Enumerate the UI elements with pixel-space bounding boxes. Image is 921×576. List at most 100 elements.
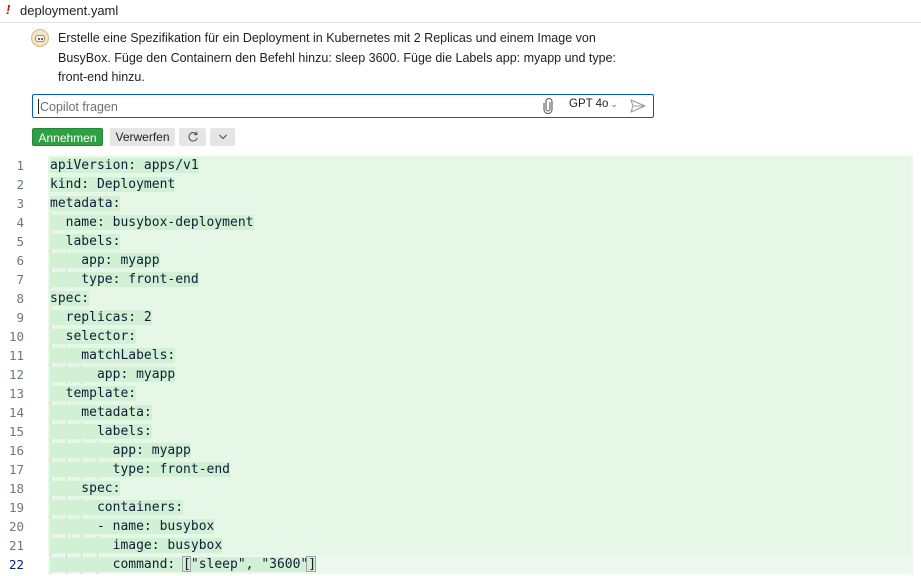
code-text-content: apiVersion: apps/v1	[50, 158, 199, 173]
code-text-content: kind: Deployment	[50, 177, 176, 192]
prompt-line: front-end hinzu.	[58, 70, 145, 84]
added-line-highlight	[48, 251, 911, 270]
code-line[interactable]: 17 type: front-end	[0, 460, 921, 479]
copilot-chat-input[interactable]	[38, 97, 522, 117]
line-number: 17	[8, 462, 24, 477]
added-line-highlight	[48, 289, 911, 308]
more-options-button[interactable]	[210, 128, 235, 146]
refresh-icon	[188, 131, 198, 142]
code-line[interactable]: 10 selector:	[0, 327, 921, 346]
code-line[interactable]: 20 - name: busybox	[0, 517, 921, 536]
code-line[interactable]: 14 metadata:	[0, 403, 921, 422]
code-line[interactable]: 3 metadata:	[0, 194, 921, 213]
code-text-content: name: busybox-deployment	[50, 215, 254, 230]
code-line[interactable]: 8 spec:	[0, 289, 921, 308]
code-line[interactable]: 15 labels:	[0, 422, 921, 441]
line-number: 9	[16, 310, 24, 325]
code-text-content: replicas: 2	[50, 310, 152, 325]
rerun-button[interactable]	[179, 128, 206, 146]
vertical-scrollbar[interactable]	[911, 154, 913, 576]
code-text-content: containers:	[50, 500, 184, 515]
code-line[interactable]: 21 image: busybox	[0, 536, 921, 555]
code-line[interactable]: 22 command: ["sleep", "3600"]	[0, 555, 921, 574]
code-text-content: metadata:	[50, 196, 121, 211]
code-text: labels:	[50, 232, 121, 251]
line-number: 15	[8, 424, 24, 439]
added-line-highlight	[48, 403, 911, 422]
line-number: 2	[16, 177, 24, 192]
model-label: GPT 4o	[569, 98, 609, 110]
code-text: spec:	[50, 479, 121, 498]
code-text-content: type: front-end	[50, 462, 231, 477]
added-line-highlight	[48, 232, 911, 251]
discard-button[interactable]: Verwerfen	[110, 128, 175, 146]
copilot-inline-chat: Erstelle eine Spezifikation für ein Depl…	[0, 23, 921, 153]
code-text: name: busybox-deployment	[50, 213, 254, 232]
code-text: - name: busybox	[50, 517, 215, 536]
line-number: 1	[16, 158, 24, 173]
code-line[interactable]: 18 spec:	[0, 479, 921, 498]
code-text-content: app: myapp	[50, 253, 160, 268]
warning-exclamation-icon: !	[6, 2, 11, 17]
code-text: image: busybox	[50, 536, 223, 555]
code-line[interactable]: 2 kind: Deployment	[0, 175, 921, 194]
line-number: 14	[8, 405, 24, 420]
line-number: 11	[8, 348, 24, 363]
code-line[interactable]: 16 app: myapp	[0, 441, 921, 460]
code-text: apiVersion: apps/v1	[50, 156, 199, 175]
code-text-content: metadata:	[50, 405, 152, 420]
code-text: type: front-end	[50, 270, 199, 289]
bracket-match-highlight	[306, 556, 317, 572]
added-line-highlight	[48, 327, 911, 346]
code-line[interactable]: 12 app: myapp	[0, 365, 921, 384]
code-line[interactable]: 9 replicas: 2	[0, 308, 921, 327]
code-text-content: type: front-end	[50, 272, 199, 287]
line-number: 8	[16, 291, 24, 306]
line-number: 18	[8, 481, 24, 496]
code-text: metadata:	[50, 403, 152, 422]
chevron-down-icon	[218, 134, 227, 140]
code-line[interactable]: 7 type: front-end	[0, 270, 921, 289]
added-line-highlight	[48, 346, 911, 365]
code-text: app: myapp	[50, 251, 160, 270]
code-line[interactable]: 4 name: busybox-deployment	[0, 213, 921, 232]
code-text-content: spec:	[50, 291, 90, 306]
code-line[interactable]: 11 matchLabels:	[0, 346, 921, 365]
code-line[interactable]: 5 labels:	[0, 232, 921, 251]
code-text-content: labels:	[50, 234, 121, 249]
editor-tab-bar: ! deployment.yaml	[0, 0, 921, 23]
code-text-content: selector:	[50, 329, 137, 344]
code-text: matchLabels:	[50, 346, 176, 365]
send-icon[interactable]	[630, 99, 646, 113]
line-number: 6	[16, 253, 24, 268]
added-line-highlight	[48, 479, 911, 498]
code-line[interactable]: 19 containers:	[0, 498, 921, 517]
added-line-highlight	[48, 308, 911, 327]
code-text: app: myapp	[50, 441, 191, 460]
code-line[interactable]: 1 apiVersion: apps/v1	[0, 156, 921, 175]
code-text-content: app: myapp	[50, 443, 191, 458]
chevron-down-icon: ⌄	[610, 99, 618, 109]
accept-button[interactable]: Annehmen	[32, 128, 103, 146]
added-line-highlight	[48, 194, 911, 213]
line-number: 3	[16, 196, 24, 211]
code-line[interactable]: 6 app: myapp	[0, 251, 921, 270]
model-picker[interactable]: GPT 4o ⌄	[569, 98, 618, 110]
code-text: selector:	[50, 327, 137, 346]
line-number: 22	[8, 557, 24, 572]
code-text-content: labels:	[50, 424, 152, 439]
added-line-highlight	[48, 365, 911, 384]
code-text: app: myapp	[50, 365, 176, 384]
paperclip-icon[interactable]	[542, 98, 554, 114]
prompt-line: Erstelle eine Spezifikation für ein Depl…	[58, 31, 596, 45]
bracket-match-highlight	[181, 556, 192, 572]
line-number: 4	[16, 215, 24, 230]
code-editor[interactable]: 1 apiVersion: apps/v1 2 kind: Deployment 3 me…	[0, 154, 921, 576]
added-line-highlight	[48, 422, 911, 441]
added-line-highlight	[48, 384, 911, 403]
code-line[interactable]: 13 template:	[0, 384, 921, 403]
line-number: 10	[8, 329, 24, 344]
user-prompt: Erstelle eine Spezifikation für ein Depl…	[58, 29, 638, 88]
file-tab-title[interactable]: deployment.yaml	[20, 3, 118, 18]
code-text: labels:	[50, 422, 152, 441]
